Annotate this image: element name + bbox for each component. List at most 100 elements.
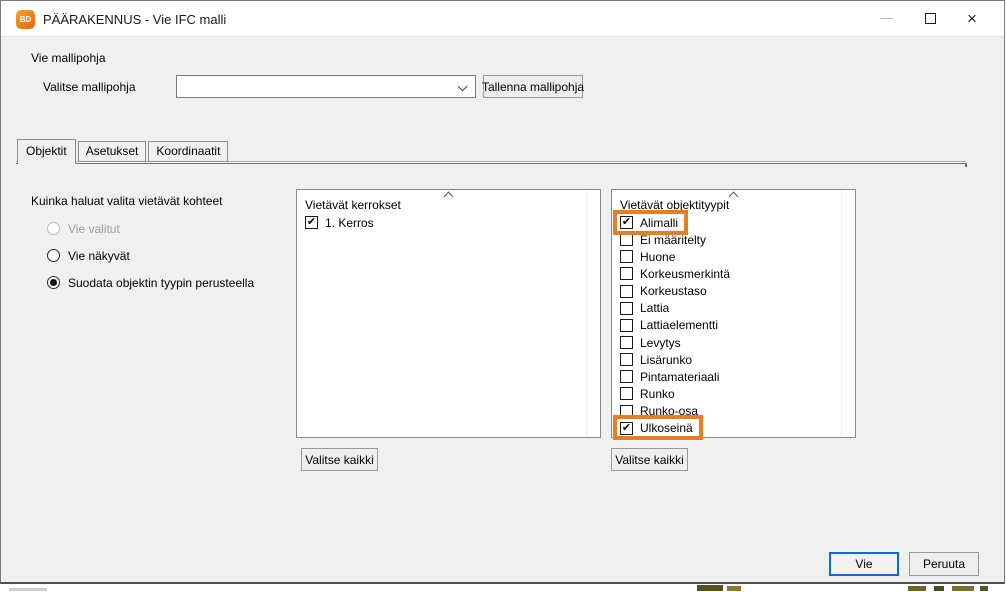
export-ifc-dialog: BD PÄÄRAKENNUS - Vie IFC malli × Vie mal… <box>0 0 1005 584</box>
item-label: Runko-osa <box>640 404 698 418</box>
radio-option-1: Vie valitut <box>47 221 120 236</box>
item-content: Korkeustaso <box>620 284 707 298</box>
list-item[interactable]: Levytys <box>620 334 853 351</box>
checkbox-icon[interactable] <box>620 319 633 332</box>
item-label: Korkeusmerkintä <box>640 267 730 281</box>
item-label: Alimalli <box>640 216 678 230</box>
minimize-button <box>869 1 903 35</box>
list-item[interactable]: Lattiaelementti <box>620 317 853 334</box>
radio-option-3[interactable]: Suodata objektin tyypin perusteella <box>47 275 254 290</box>
template-group-label: Vie mallipohja <box>31 51 106 65</box>
radio-selected-icon[interactable] <box>47 276 60 289</box>
item-label: Ulkoseinä <box>640 421 693 435</box>
cancel-button[interactable]: Peruuta <box>909 552 979 576</box>
item-label: 1. Kerros <box>325 216 374 230</box>
export-button[interactable]: Vie <box>829 552 899 576</box>
select-all-types-button[interactable]: Valitse kaikki <box>611 448 688 471</box>
item-content: Levytys <box>620 336 681 350</box>
chevron-down-icon <box>458 82 468 92</box>
checkbox-icon[interactable] <box>620 250 633 263</box>
radio-option-label: Vie valitut <box>68 222 120 236</box>
background-app-strip <box>0 584 1007 592</box>
close-button[interactable]: × <box>955 1 989 35</box>
item-label: Lattia <box>640 301 669 315</box>
list-item[interactable]: Korkeustaso <box>620 283 853 300</box>
item-label: Runko <box>640 387 675 401</box>
floors-list-items: ✔ 1. Kerros <box>305 214 598 231</box>
checkbox-icon[interactable] <box>620 267 633 280</box>
save-template-button[interactable]: Tallenna mallipohja <box>483 75 583 98</box>
window-title: PÄÄRAKENNUS - Vie IFC malli <box>43 12 226 27</box>
radio-icon[interactable] <box>47 249 60 262</box>
radio-option-label: Vie näkyvät <box>68 249 130 263</box>
radio-option-label: Suodata objektin tyypin perusteella <box>68 276 254 290</box>
item-content: Runko-osa <box>620 404 698 418</box>
screen: BD PÄÄRAKENNUS - Vie IFC malli × Vie mal… <box>0 0 1007 592</box>
checkbox-checked-icon[interactable]: ✔ <box>620 216 633 229</box>
item-label: Lattiaelementti <box>640 318 718 332</box>
checkbox-checked-icon[interactable]: ✔ <box>305 216 318 229</box>
item-content: Lattiaelementti <box>620 318 718 332</box>
checkbox-checked-icon[interactable]: ✔ <box>620 422 633 435</box>
list-item[interactable]: ✔ Ulkoseinä <box>620 420 853 437</box>
item-content: Ei määritelty <box>620 233 706 247</box>
checkbox-icon[interactable] <box>620 336 633 349</box>
select-all-floors-button[interactable]: Valitse kaikki <box>301 448 378 471</box>
checkbox-icon[interactable] <box>620 353 633 366</box>
selection-question-label: Kuinka haluat valita vietävät kohteet <box>31 194 222 208</box>
item-content: Pintamateriaali <box>620 370 719 384</box>
checkbox-icon[interactable] <box>620 302 633 315</box>
types-listview[interactable]: Vietävät objektityypit ✔ Alimalli Ei määri… <box>611 189 856 438</box>
highlighted-item-content: ✔ Ulkoseinä <box>620 421 693 435</box>
item-content: Runko <box>620 387 675 401</box>
list-item[interactable]: Runko-osa <box>620 403 853 420</box>
item-label: Korkeustaso <box>640 284 707 298</box>
list-item[interactable]: ✔ Alimalli <box>620 214 853 231</box>
app-icon: BD <box>16 10 35 29</box>
list-item[interactable]: Korkeusmerkintä <box>620 265 853 282</box>
tab-koordinaatit[interactable]: Koordinaatit <box>148 141 228 162</box>
floors-listview[interactable]: Vietävät kerrokset ✔ 1. Kerros <box>296 189 601 438</box>
maximize-button[interactable] <box>913 1 947 35</box>
item-content: Lisärunko <box>620 353 692 367</box>
list-item[interactable]: Huone <box>620 248 853 265</box>
select-template-label: Valitse mallipohja <box>43 80 136 94</box>
list-item[interactable]: ✔ 1. Kerros <box>305 214 598 231</box>
sort-ascending-icon <box>728 192 738 202</box>
item-label: Huone <box>640 250 675 264</box>
list-item[interactable]: Runko <box>620 385 853 402</box>
item-label: Lisärunko <box>640 353 692 367</box>
item-label: Ei määritelty <box>640 233 706 247</box>
template-combobox[interactable] <box>176 75 476 98</box>
item-content: Korkeusmerkintä <box>620 267 730 281</box>
types-list-items: ✔ Alimalli Ei määritelty Huone Korkeusmerkin… <box>620 214 853 437</box>
item-label: Levytys <box>640 336 681 350</box>
sort-ascending-icon <box>443 192 453 202</box>
maximize-icon <box>925 13 936 24</box>
radio-icon <box>47 222 60 235</box>
checkbox-icon[interactable] <box>620 285 633 298</box>
checkbox-icon[interactable] <box>620 387 633 400</box>
radio-option-2[interactable]: Vie näkyvät <box>47 248 130 263</box>
item-label: Pintamateriaali <box>640 370 719 384</box>
checkbox-icon[interactable] <box>620 370 633 383</box>
item-content: Lattia <box>620 301 669 315</box>
highlighted-item-content: ✔ Alimalli <box>620 216 678 230</box>
list-item[interactable]: Lattia <box>620 300 853 317</box>
item-content: Huone <box>620 250 675 264</box>
tab-asetukset[interactable]: Asetukset <box>78 141 147 162</box>
tab-objektit[interactable]: Objektit <box>17 139 76 164</box>
close-icon: × <box>967 10 977 27</box>
list-item[interactable]: Lisärunko <box>620 351 853 368</box>
item-content: ✔ 1. Kerros <box>305 216 374 230</box>
list-item[interactable]: Ei määritelty <box>620 231 853 248</box>
checkbox-icon[interactable] <box>620 233 633 246</box>
floors-list-header[interactable]: Vietävät kerrokset <box>305 198 401 212</box>
tabstrip: ObjektitAsetuksetKoordinaatit <box>17 139 230 164</box>
checkbox-icon[interactable] <box>620 405 633 418</box>
types-list-header[interactable]: Vietävät objektityypit <box>620 198 729 212</box>
minimize-icon <box>880 18 893 19</box>
titlebar[interactable]: BD PÄÄRAKENNUS - Vie IFC malli × <box>1 1 1004 37</box>
list-item[interactable]: Pintamateriaali <box>620 368 853 385</box>
tab-pane-border-corner <box>965 163 967 167</box>
